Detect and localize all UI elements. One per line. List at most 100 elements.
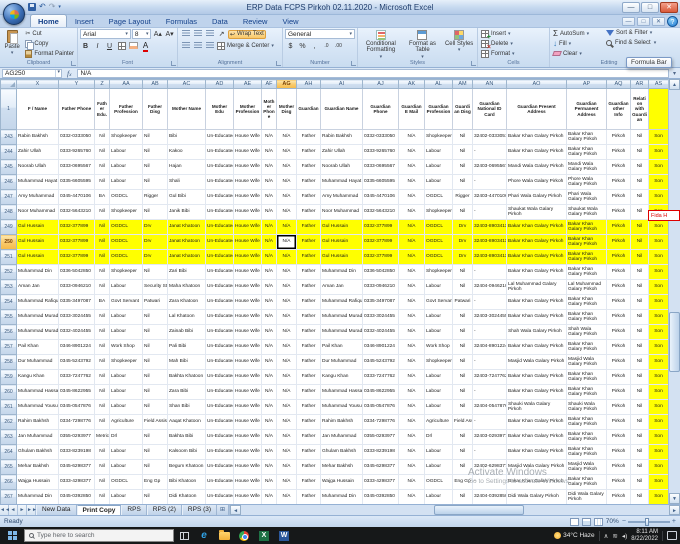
cell-AL244[interactable]: Labour (424, 144, 453, 160)
cell-Z256[interactable]: Nil (94, 324, 110, 340)
cell-AA267[interactable]: Labour (109, 489, 143, 504)
cell-AS264[interactable]: Son (648, 444, 669, 460)
field-header-AL[interactable]: Guardian Profession (424, 88, 453, 130)
cell-Y243[interactable]: 0332-0333050 (58, 129, 95, 145)
cell-AE260[interactable]: House Wife (233, 384, 262, 400)
cell-Z249[interactable]: Nil (94, 219, 110, 235)
cell-AG254[interactable]: N/A (276, 294, 297, 310)
row-header-264[interactable]: 264 (0, 444, 17, 460)
horizontal-scrollbar[interactable]: ◄ ► (229, 505, 680, 515)
ribbon-tab-page-layout[interactable]: Page Layout (102, 15, 158, 27)
cell-AB254[interactable]: Patwari (142, 294, 168, 310)
cell-AF243[interactable]: N/A (261, 129, 277, 145)
cell-Z266[interactable]: Nil (94, 474, 110, 490)
cell-X248[interactable]: Noor Muhammad (16, 204, 59, 220)
cell-X257[interactable]: Pail Khan (16, 339, 59, 355)
cell-AL256[interactable]: Labour (424, 324, 453, 340)
chrome-button[interactable] (234, 527, 254, 544)
sheet-tab-rps[interactable]: RPS (121, 505, 147, 515)
cell-AN256[interactable]: - (472, 324, 507, 340)
cell-AK247[interactable]: N/A (398, 189, 425, 205)
cell-AP251[interactable]: Bakar Khan Galary Pirkoh (566, 249, 607, 265)
cell-Z265[interactable]: Nil (94, 459, 110, 475)
ribbon-tab-home[interactable]: Home (30, 14, 67, 27)
column-header-AA[interactable]: AA (109, 79, 143, 89)
cell-AC267[interactable]: Didi Khatoon (167, 489, 206, 504)
cell-AE258[interactable]: House Wife (233, 354, 262, 370)
cell-AO244[interactable]: Bakar Khan Galary Pirkoh (506, 144, 567, 160)
cell-AR253[interactable]: Nil (630, 279, 649, 295)
cell-Y248[interactable]: 0332-5643210 (58, 204, 95, 220)
cell-AE245[interactable]: House Wife (233, 159, 262, 175)
font-name-combo[interactable]: Arial ▾ (80, 29, 131, 39)
cell-AA257[interactable]: Work Shop (109, 339, 143, 355)
field-header-AH[interactable]: Guardian (296, 88, 321, 130)
column-header-AR[interactable]: AR (630, 79, 649, 89)
file-explorer-button[interactable] (214, 527, 234, 544)
cell-AJ266[interactable]: 0333-4298377 (362, 474, 399, 490)
cell-AH261[interactable]: Father (296, 399, 321, 415)
cell-AR263[interactable]: Nil (630, 429, 649, 445)
cell-AP253[interactable]: Lal Muhammad Galary Pirkoh (566, 279, 607, 295)
expand-formula-bar-icon[interactable]: ▾ (671, 70, 678, 77)
cell-Y262[interactable]: 0334-7298776 (58, 414, 95, 430)
column-header-AB[interactable]: AB (142, 79, 168, 89)
cell-AH266[interactable]: Father (296, 474, 321, 490)
cell-AC243[interactable]: Bibi (167, 129, 206, 145)
cell-AM250[interactable]: Drv (452, 234, 473, 250)
cell-AA247[interactable]: OGDCL (109, 189, 143, 205)
cell-AI266[interactable]: Wajga Hussain (320, 474, 363, 490)
cell-AI248[interactable]: Noor Muhammad (320, 204, 363, 220)
cell-AQ243[interactable]: Pirkoh (606, 129, 631, 145)
cell-AO250[interactable]: Bakar Khan Galary Pirkoh (506, 234, 567, 250)
cell-AL251[interactable]: OGDCL (424, 249, 453, 265)
cell-AJ246[interactable]: 0335-6605595 (362, 174, 399, 190)
cell-AH247[interactable]: Father (296, 189, 321, 205)
align-right-icon[interactable] (204, 41, 215, 51)
field-header-AB[interactable]: Father Disg (142, 88, 168, 130)
cell-AR266[interactable]: Nil (630, 474, 649, 490)
cell-AB244[interactable]: Nil (142, 144, 168, 160)
cell-AB260[interactable]: Nil (142, 384, 168, 400)
cell-AC254[interactable]: Zara Khatoon (167, 294, 206, 310)
field-header-AK[interactable]: Guardian E Mail (398, 88, 425, 130)
vertical-scroll-thumb[interactable] (669, 311, 680, 372)
cell-AP267[interactable]: Didi Wala Galary Pirkoh (566, 489, 607, 504)
cell-AG249[interactable]: N/A (276, 219, 297, 235)
scroll-down-icon[interactable]: ▼ (669, 493, 680, 504)
column-header-AO[interactable]: AO (506, 79, 567, 89)
cell-AQ253[interactable]: Pirkoh (606, 279, 631, 295)
cell-AO254[interactable]: Bakar Khan Galary Pirkoh (506, 294, 567, 310)
cell-AF252[interactable]: N/A (261, 264, 277, 280)
cell-AQ259[interactable]: Pirkoh (606, 369, 631, 385)
cell-AE247[interactable]: House Wife (233, 189, 262, 205)
cell-AC260[interactable]: Zara Bibi (167, 384, 206, 400)
align-top-icon[interactable] (180, 29, 191, 39)
cell-AO260[interactable]: Bakar Khan Galary Pirkoh (506, 384, 567, 400)
row-header-267[interactable]: 267 (0, 489, 17, 504)
field-header-AI[interactable]: Guardian Name (320, 88, 363, 130)
cell-Y261[interactable]: 0345-0547876 (58, 399, 95, 415)
cell-AR262[interactable]: Nil (630, 414, 649, 430)
cell-AK253[interactable]: N/A (398, 279, 425, 295)
cell-AJ249[interactable]: 0332-377899 (362, 219, 399, 235)
cell-AL265[interactable]: Labour (424, 459, 453, 475)
cell-Z251[interactable]: Nil (94, 249, 110, 265)
cell-AD246[interactable]: Un-Educated (205, 174, 234, 190)
cell-AQ263[interactable]: Pirkoh (606, 429, 631, 445)
cell-AE253[interactable]: House Wife (233, 279, 262, 295)
cell-X253[interactable]: Aman Jan (16, 279, 59, 295)
row-header-260[interactable]: 260 (0, 384, 17, 400)
cell-AN265[interactable]: 32402-6298377-7 (472, 459, 507, 475)
cell-AQ254[interactable]: Pirkoh (606, 294, 631, 310)
row-header-248[interactable]: 248 (0, 204, 17, 220)
cell-AD254[interactable]: Un-Educated (205, 294, 234, 310)
cell-AR248[interactable]: Nil (630, 204, 649, 220)
cell-AR256[interactable]: Nil (630, 324, 649, 340)
cell-AF246[interactable]: N/A (261, 174, 277, 190)
column-header-AC[interactable]: AC (167, 79, 206, 89)
cell-AI252[interactable]: Muhammad Din (320, 264, 363, 280)
cell-X250[interactable]: Gul Hussain (16, 234, 59, 250)
cell-AS243[interactable]: Son (648, 129, 669, 145)
cell-AP247[interactable]: Phari Wala Galary Pirkoh (566, 189, 607, 205)
